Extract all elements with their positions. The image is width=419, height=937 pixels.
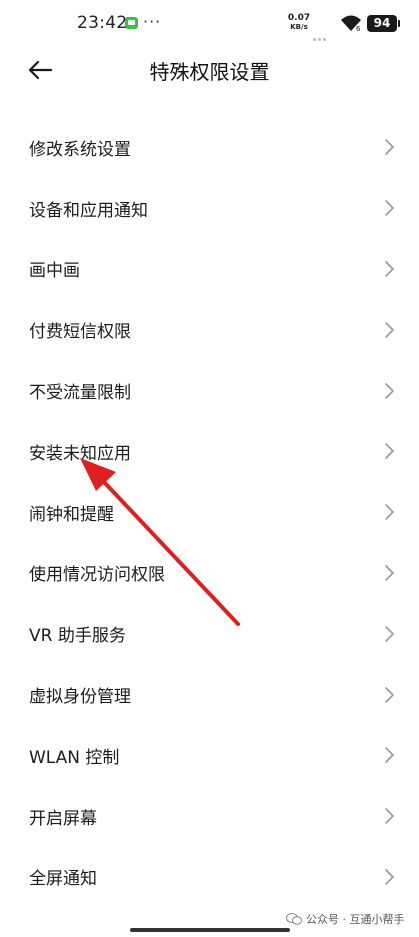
- list-item-label: 不受流量限制: [29, 383, 131, 404]
- list-item-label: 开启屏幕: [29, 808, 97, 829]
- network-speed: 0.07 KB/s: [286, 14, 312, 32]
- list-item-modify-system-settings[interactable]: 修改系统设置: [0, 117, 419, 178]
- page-title: 特殊权限设置: [149, 60, 270, 84]
- chevron-right-icon: [385, 504, 394, 520]
- chevron-right-icon: [385, 200, 394, 216]
- status-time: 23:42: [77, 13, 128, 33]
- more-notifications-icon: ···: [143, 12, 162, 31]
- status-bar: 23:42 ··· 0.07 KB/s 6 94: [0, 0, 419, 48]
- list-item-label: 使用情况访问权限: [29, 565, 165, 586]
- chevron-right-icon: [385, 565, 394, 581]
- list-item-alarms-reminders[interactable]: 闹钟和提醒: [0, 482, 419, 543]
- chevron-right-icon: [385, 686, 394, 703]
- list-item-label: 全屏通知: [29, 869, 97, 890]
- list-item-label: 安装未知应用: [29, 443, 131, 464]
- list-item-picture-in-picture[interactable]: 画中画: [0, 239, 419, 300]
- list-item-label: 画中画: [29, 261, 80, 282]
- list-item-label: 虚拟身份管理: [29, 687, 131, 708]
- list-item-premium-sms[interactable]: 付费短信权限: [0, 299, 419, 360]
- signal-dots-icon: [313, 26, 335, 41]
- list-item-label: 设备和应用通知: [29, 200, 148, 221]
- chevron-right-icon: [385, 382, 394, 399]
- list-item-turn-screen-on[interactable]: 开启屏幕: [0, 786, 419, 847]
- list-item-vr-helper-services[interactable]: VR 助手服务: [0, 603, 419, 664]
- list-item-wlan-control[interactable]: WLAN 控制: [0, 725, 419, 786]
- list-item-label: VR 助手服务: [29, 626, 126, 647]
- list-item-virtual-identity[interactable]: 虚拟身份管理: [0, 664, 419, 725]
- svg-text:6: 6: [356, 25, 361, 32]
- chevron-right-icon: [385, 808, 394, 824]
- list-item-label: 闹钟和提醒: [29, 504, 114, 525]
- chevron-right-icon: [385, 321, 394, 338]
- chevron-right-icon: [385, 443, 394, 460]
- list-item-usage-access[interactable]: 使用情况访问权限: [0, 543, 419, 604]
- list-item-install-unknown-apps[interactable]: 安装未知应用: [0, 421, 419, 482]
- battery-level: 94: [367, 15, 400, 32]
- chevron-right-icon: [385, 747, 394, 764]
- network-speed-value: 0.07: [287, 13, 311, 23]
- chevron-right-icon: [385, 139, 394, 156]
- network-speed-unit: KB/s: [290, 23, 308, 31]
- chevron-right-icon: [385, 261, 394, 277]
- list-item-device-app-notifications[interactable]: 设备和应用通知: [0, 178, 419, 239]
- list-item-full-screen-notifications[interactable]: 全屏通知: [0, 847, 419, 908]
- special-permissions-list: 修改系统设置 设备和应用通知 画中画 付费短信权限 不受流量限制 安装未知应用 …: [0, 117, 419, 907]
- wechat-icon: [286, 913, 302, 925]
- message-notification-icon: [125, 17, 138, 29]
- list-item-unrestricted-data[interactable]: 不受流量限制: [0, 360, 419, 421]
- list-item-label: 修改系统设置: [29, 139, 131, 160]
- watermark-text: 公众号 · 互通小帮手: [306, 913, 405, 926]
- home-indicator[interactable]: [130, 928, 290, 932]
- chevron-right-icon: [385, 625, 394, 642]
- list-item-label: WLAN 控制: [29, 747, 120, 768]
- chevron-right-icon: [385, 869, 394, 885]
- list-item-label: 付费短信权限: [29, 322, 131, 343]
- header: 特殊权限设置: [0, 48, 419, 92]
- wifi-icon: 6: [339, 14, 363, 36]
- watermark: 公众号 · 互通小帮手: [286, 911, 405, 927]
